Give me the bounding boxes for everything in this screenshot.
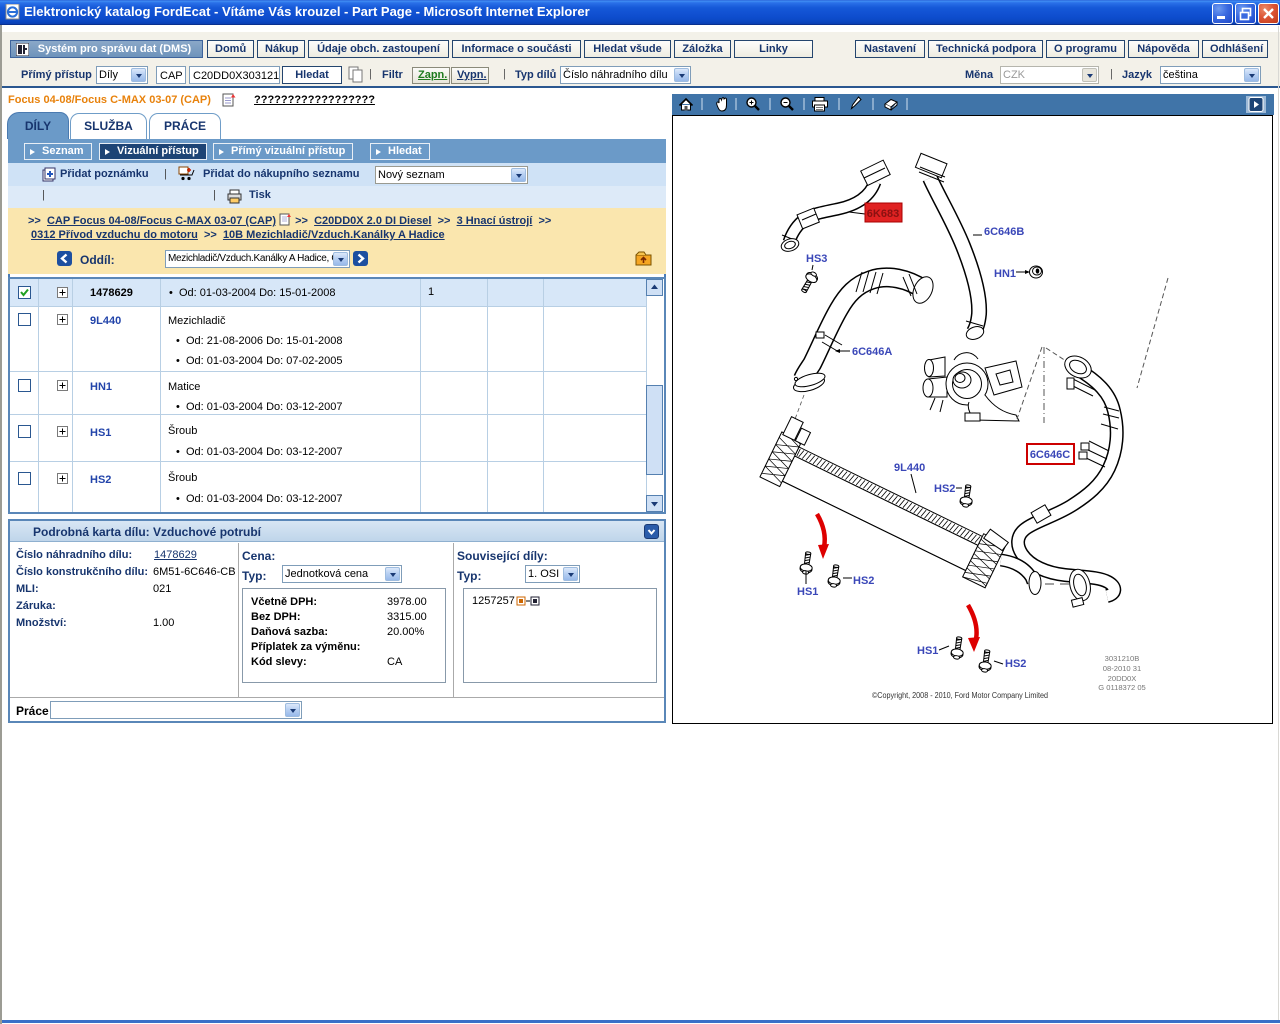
- svg-text:HS2: HS2: [853, 575, 874, 587]
- svg-text:6C646C: 6C646C: [1030, 449, 1070, 461]
- svg-text:HS1: HS1: [917, 645, 938, 657]
- svg-text:HS2: HS2: [934, 483, 955, 495]
- svg-text:G 0118372 05: G 0118372 05: [1098, 683, 1146, 692]
- svg-text:©Copyright, 2008 - 2010, Ford: ©Copyright, 2008 - 2010, Ford Motor Comp…: [872, 691, 1048, 700]
- svg-text:3031210B: 3031210B: [1105, 654, 1140, 663]
- svg-text:20DD0X: 20DD0X: [1108, 674, 1137, 683]
- svg-text:HN1: HN1: [994, 268, 1016, 280]
- svg-text:9L440: 9L440: [894, 462, 925, 474]
- svg-text:6K683: 6K683: [867, 208, 899, 220]
- svg-text:HS3: HS3: [806, 253, 827, 265]
- svg-text:08-2010 31: 08-2010 31: [1103, 664, 1141, 673]
- svg-text:6C646A: 6C646A: [852, 346, 892, 358]
- svg-text:HS1: HS1: [797, 586, 818, 598]
- svg-text:HS2: HS2: [1005, 658, 1026, 670]
- svg-text:6C646B: 6C646B: [984, 226, 1024, 238]
